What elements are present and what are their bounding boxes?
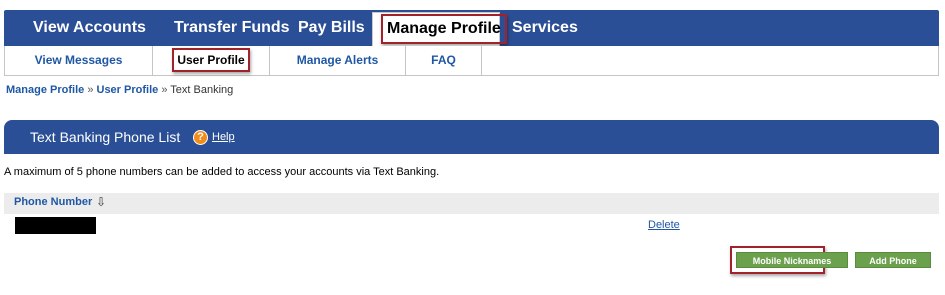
subtab-manage-alerts[interactable]: Manage Alerts bbox=[270, 46, 406, 75]
help-link[interactable]: Help bbox=[212, 131, 235, 143]
breadcrumb-separator: » bbox=[161, 84, 168, 96]
tab-services[interactable]: Services bbox=[512, 10, 578, 46]
tab-pay-bills[interactable]: Pay Bills bbox=[298, 10, 365, 46]
tab-manage-profile[interactable]: Manage Profile bbox=[372, 12, 507, 48]
info-text: A maximum of 5 phone numbers can be adde… bbox=[4, 166, 440, 178]
sort-down-icon[interactable]: ⇩ bbox=[96, 195, 106, 209]
sub-navigation: View Messages User Profile Manage Alerts… bbox=[4, 46, 939, 76]
breadcrumb-user-profile[interactable]: User Profile bbox=[97, 84, 159, 96]
tab-view-accounts[interactable]: View Accounts bbox=[33, 10, 146, 46]
subtab-faq[interactable]: FAQ bbox=[406, 46, 482, 75]
panel-header: Text Banking Phone List ? Help bbox=[4, 120, 939, 154]
subtab-user-profile[interactable]: User Profile bbox=[153, 46, 270, 75]
top-navigation: View Accounts Transfer Funds Pay Bills M… bbox=[4, 10, 939, 48]
breadcrumb-separator: » bbox=[87, 84, 94, 96]
subtab-view-messages[interactable]: View Messages bbox=[5, 46, 153, 75]
subtab-user-profile-label: User Profile bbox=[172, 48, 250, 72]
column-header-phone-number[interactable]: Phone Number bbox=[14, 196, 92, 208]
breadcrumb-current: Text Banking bbox=[170, 84, 234, 96]
panel-title: Text Banking Phone List bbox=[30, 129, 181, 145]
add-phone-button[interactable]: Add Phone bbox=[855, 252, 931, 268]
tab-manage-profile-label: Manage Profile bbox=[381, 14, 507, 44]
delete-link[interactable]: Delete bbox=[648, 219, 680, 231]
redacted-phone-number bbox=[15, 217, 96, 234]
table-header: Phone Number ⇩ bbox=[4, 193, 939, 214]
tab-transfer-funds[interactable]: Transfer Funds bbox=[174, 10, 290, 46]
breadcrumb: Manage Profile » User Profile » Text Ban… bbox=[6, 84, 233, 96]
mobile-nicknames-button[interactable]: Mobile Nicknames bbox=[736, 252, 848, 268]
breadcrumb-manage-profile[interactable]: Manage Profile bbox=[6, 84, 84, 96]
help-icon[interactable]: ? bbox=[193, 130, 208, 145]
